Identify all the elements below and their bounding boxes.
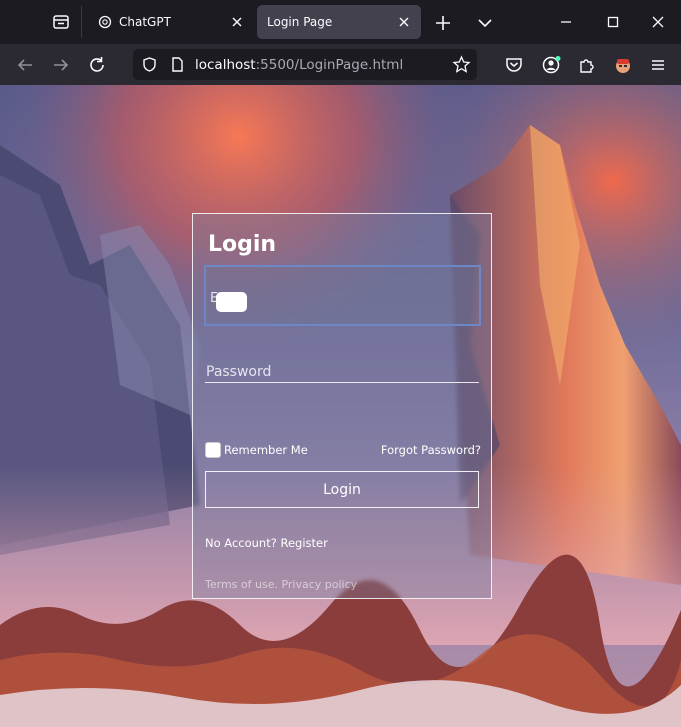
login-title: Login [208,232,277,257]
autofill-tooltip [216,292,247,312]
close-tab-icon[interactable] [230,15,244,29]
remember-me-checkbox[interactable] [205,442,221,458]
url-host: localhost [195,57,256,73]
chatgpt-favicon-icon [98,15,112,29]
firefox-view-button[interactable] [40,6,82,38]
close-window-icon[interactable] [648,12,668,32]
page-document-icon[interactable] [170,56,185,73]
tab-title: ChatGPT [119,15,171,29]
login-form-card: Login E Remember Me Forgot Password? Log… [192,213,492,599]
close-tab-icon[interactable] [397,15,411,29]
forward-arrow-icon[interactable] [50,54,72,76]
new-tab-plus-icon[interactable] [432,12,454,34]
remember-me-label[interactable]: Remember Me [224,443,308,457]
terms-link[interactable]: Terms of use. [205,578,278,591]
register-link[interactable]: Register [281,536,328,550]
maximize-window-icon[interactable] [603,12,623,32]
page-viewport: Login E Remember Me Forgot Password? Log… [0,85,681,727]
tab-list-icon [52,15,69,29]
minimize-window-icon[interactable] [556,12,576,32]
password-field[interactable] [205,361,479,383]
back-arrow-icon[interactable] [14,54,36,76]
reload-icon[interactable] [86,54,108,76]
extension-avatar-icon[interactable] [612,54,634,76]
login-button[interactable]: Login [205,471,479,508]
extensions-puzzle-icon[interactable] [576,54,598,76]
tab-login-page[interactable]: Login Page [257,5,421,39]
browser-tab-bar: ChatGPT Login Page [0,0,681,44]
bookmark-star-icon[interactable] [452,55,471,74]
tab-title: Login Page [267,15,333,29]
email-field[interactable]: E [204,265,481,326]
privacy-link[interactable]: Privacy policy [281,578,357,591]
footer-links: Terms of use. Privacy policy [205,578,357,591]
address-bar[interactable]: localhost:5500/LoginPage.html [133,49,477,80]
account-avatar-icon[interactable] [540,54,562,76]
browser-nav-bar: localhost:5500/LoginPage.html [0,44,681,85]
url-text[interactable]: localhost:5500/LoginPage.html [195,57,403,73]
tracking-protection-shield-icon[interactable] [141,56,158,73]
hamburger-menu-icon[interactable] [647,54,669,76]
no-account-text: No Account? [205,536,277,550]
list-all-tabs-chevron-icon[interactable] [474,12,496,34]
remember-me-row: Remember Me [205,442,308,458]
url-path: :5500/LoginPage.html [255,57,404,73]
register-row: No Account? Register [205,536,328,550]
pocket-icon[interactable] [503,54,525,76]
forgot-password-link[interactable]: Forgot Password? [381,443,481,457]
tab-chatgpt[interactable]: ChatGPT [88,5,254,39]
